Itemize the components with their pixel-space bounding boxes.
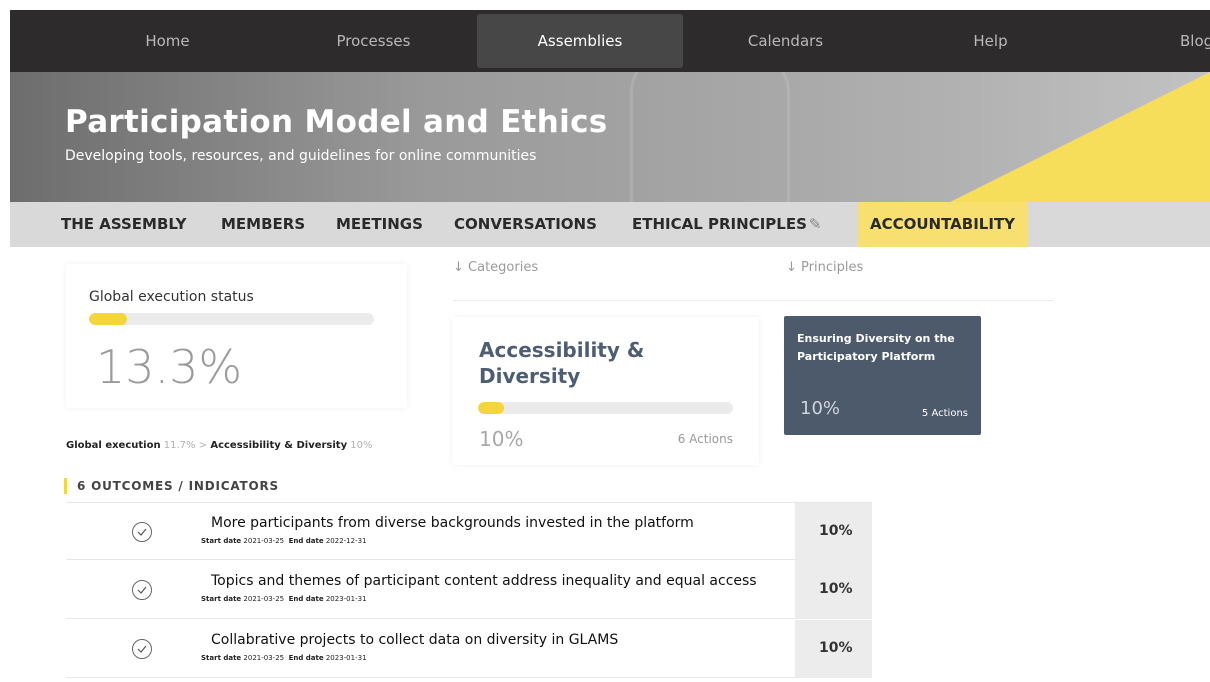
assembly-subnav: THE ASSEMBLY MEMBERS MEETINGS CONVERSATI… xyxy=(10,202,1210,247)
principle-name: Ensuring Diversity on the Participatory … xyxy=(797,332,955,363)
outcome-row[interactable]: More participants from diverse backgroun… xyxy=(66,502,872,561)
tab-meetings[interactable]: MEETINGS xyxy=(336,202,423,247)
top-navigation: Home Processes Assemblies Calendars Help… xyxy=(10,10,1210,76)
outcome-percent: 10% xyxy=(819,523,853,539)
nav-help[interactable]: Help xyxy=(903,10,1078,72)
breadcrumb: Global execution 11.7% > Accessibility &… xyxy=(66,440,373,451)
principle-actions-count: 5 Actions xyxy=(921,408,968,419)
outcome-title[interactable]: More participants from diverse backgroun… xyxy=(211,515,694,531)
hero-yellow-triangle xyxy=(950,72,1210,202)
breadcrumb-root[interactable]: Global execution xyxy=(66,440,161,451)
hero-banner: Participation Model and Ethics Developin… xyxy=(10,72,1210,202)
end-date-label: End date xyxy=(288,595,324,603)
category-progress-bar xyxy=(478,402,733,414)
section-divider xyxy=(453,300,1053,301)
global-status-percent: 13.3% xyxy=(96,340,243,394)
check-circle-icon xyxy=(132,580,152,600)
page-subtitle: Developing tools, resources, and guideli… xyxy=(65,148,537,164)
outcome-percent: 10% xyxy=(819,640,853,656)
global-status-card: Global execution status 13.3% xyxy=(66,264,407,408)
end-date-value: 2022-12-31 xyxy=(325,537,367,545)
end-date-label: End date xyxy=(288,654,324,662)
principles-link[interactable]: ↓ Principles xyxy=(786,260,863,275)
category-progress-fill xyxy=(478,402,504,414)
breadcrumb-separator: > xyxy=(198,440,208,451)
page-title: Participation Model and Ethics xyxy=(65,104,608,140)
tab-conversations[interactable]: CONVERSATIONS xyxy=(454,202,597,247)
start-date-label: Start date xyxy=(201,537,242,545)
outcome-percent-cell: 10% xyxy=(795,620,872,678)
outcome-dates: Start date 2021-03-25 End date 2022-12-3… xyxy=(201,537,367,545)
outcome-percent-cell: 10% xyxy=(795,503,872,561)
nav-blog[interactable]: Blog xyxy=(1180,10,1210,72)
outcome-row[interactable]: Collabrative projects to collect data on… xyxy=(66,620,872,678)
global-progress-fill xyxy=(89,313,127,325)
outcome-percent-cell: 10% xyxy=(795,561,872,619)
principle-card[interactable]: Ensuring Diversity on the Participatory … xyxy=(784,316,981,435)
pencil-icon: ✎ xyxy=(808,215,822,233)
categories-link[interactable]: ↓ Categories xyxy=(453,260,538,275)
start-date-value: 2021-03-25 xyxy=(243,537,285,545)
outcome-title[interactable]: Topics and themes of participant content… xyxy=(211,573,757,589)
category-percent: 10% xyxy=(479,427,524,451)
tab-accountability[interactable]: ACCOUNTABILITY xyxy=(858,202,1028,247)
outcome-percent: 10% xyxy=(819,581,853,597)
start-date-value: 2021-03-25 xyxy=(243,595,285,603)
outcome-dates: Start date 2021-03-25 End date 2023-01-3… xyxy=(201,654,367,662)
nav-assemblies[interactable]: Assemblies xyxy=(477,14,683,68)
tab-members[interactable]: MEMBERS xyxy=(221,202,305,247)
breadcrumb-current-value: 10% xyxy=(350,440,373,451)
category-card[interactable]: Accessibility & Diversity 10% 6 Actions xyxy=(452,317,759,465)
outcome-dates: Start date 2021-03-25 End date 2023-01-3… xyxy=(201,595,367,603)
outcome-title[interactable]: Collabrative projects to collect data on… xyxy=(211,632,618,648)
tab-ethical-principles[interactable]: ETHICAL PRINCIPLES ✎ xyxy=(632,202,821,247)
nav-calendars[interactable]: Calendars xyxy=(698,10,873,72)
category-name: Accessibility & Diversity xyxy=(479,338,645,388)
hero-background-shape xyxy=(630,72,790,202)
start-date-label: Start date xyxy=(201,595,242,603)
check-circle-icon xyxy=(132,639,152,659)
nav-home[interactable]: Home xyxy=(80,10,255,72)
outcomes-heading: 6 OUTCOMES / INDICATORS xyxy=(64,478,279,494)
check-circle-icon xyxy=(132,522,152,542)
start-date-value: 2021-03-25 xyxy=(243,654,285,662)
global-status-label: Global execution status xyxy=(89,289,254,305)
tab-the-assembly[interactable]: THE ASSEMBLY xyxy=(61,202,187,247)
start-date-label: Start date xyxy=(201,654,242,662)
breadcrumb-root-value: 11.7% xyxy=(163,440,196,451)
outcome-row[interactable]: Topics and themes of participant content… xyxy=(66,561,872,619)
breadcrumb-current: Accessibility & Diversity xyxy=(210,440,348,451)
category-actions-count: 6 Actions xyxy=(677,432,733,446)
nav-processes[interactable]: Processes xyxy=(286,10,461,72)
global-progress-bar xyxy=(89,313,374,325)
end-date-value: 2023-01-31 xyxy=(325,654,367,662)
principle-percent: 10% xyxy=(800,398,841,419)
end-date-value: 2023-01-31 xyxy=(325,595,367,603)
end-date-label: End date xyxy=(288,537,324,545)
tab-ethical-principles-label: ETHICAL PRINCIPLES xyxy=(632,215,807,233)
